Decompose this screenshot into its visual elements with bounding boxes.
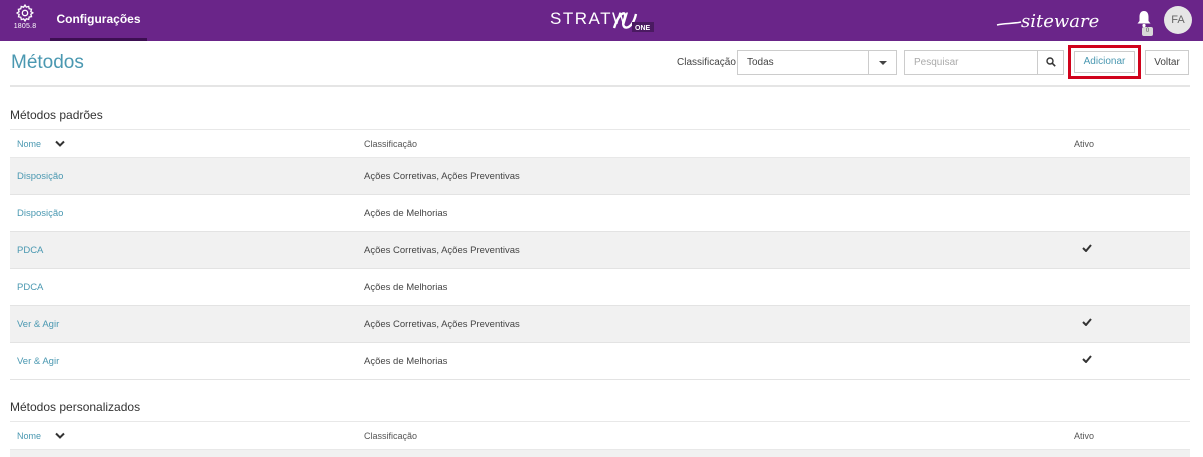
caret-down-icon	[879, 61, 887, 65]
version-label: 1805.8	[13, 23, 37, 30]
tab-configuracoes[interactable]: Configurações	[50, 0, 147, 41]
method-name-link[interactable]: PDCA	[17, 282, 43, 293]
checkmark-icon	[1082, 318, 1092, 326]
notification-badge: 0	[1142, 27, 1153, 36]
method-name-link[interactable]: Ver & Agir	[17, 319, 59, 330]
active-check	[1082, 244, 1092, 252]
avatar[interactable]: FA	[1164, 6, 1192, 34]
gear-icon	[15, 3, 35, 23]
table-row[interactable]: Ver & Agir Ações de Melhorias	[10, 343, 1190, 380]
table-row[interactable]: PDCA Ações de Melhorias	[10, 269, 1190, 306]
header-divider	[10, 85, 1190, 87]
method-name-link[interactable]: Disposição	[17, 208, 63, 219]
table-header: Nome Classificação Ativo	[10, 129, 1190, 158]
column-header-classification: Classificação	[364, 431, 418, 441]
checkmark-icon	[1082, 355, 1092, 363]
active-check	[1082, 318, 1092, 326]
table-row[interactable]: Ver & Agir Ações Corretivas, Ações Preve…	[10, 306, 1190, 343]
tab-label: Configurações	[56, 12, 141, 26]
page-title: Métodos	[11, 52, 84, 73]
method-name-link[interactable]: Disposição	[17, 171, 63, 182]
active-check	[1082, 355, 1092, 363]
checkmark-icon	[1082, 244, 1092, 252]
classification-select-value: Todas	[747, 57, 774, 68]
method-classification: Ações de Melhorias	[364, 208, 448, 219]
search-input[interactable]: Pesquisar	[914, 57, 958, 68]
back-button[interactable]: Voltar	[1145, 50, 1189, 75]
select-toggle[interactable]	[868, 51, 896, 74]
table-row	[10, 450, 1190, 457]
column-header-classification: Classificação	[364, 139, 418, 149]
logo-badge: ONE	[635, 25, 651, 32]
section-title-custom-methods: Métodos personalizados	[10, 400, 141, 414]
chevron-down-icon	[55, 432, 65, 439]
search-button[interactable]	[1037, 51, 1063, 74]
add-button[interactable]: Adicionar	[1074, 51, 1135, 73]
table-row[interactable]: PDCA Ações Corretivas, Ações Preventivas	[10, 232, 1190, 269]
top-navigation-bar: 1805.8 Configurações STRATW ONE siteware…	[0, 0, 1203, 41]
table-row[interactable]: Disposição Ações Corretivas, Ações Preve…	[10, 158, 1190, 195]
stratws-one-logo: STRATW ONE	[550, 9, 654, 32]
column-header-name[interactable]: Nome	[17, 139, 65, 149]
method-classification: Ações Corretivas, Ações Preventivas	[364, 319, 520, 330]
column-header-active: Ativo	[1074, 139, 1095, 149]
bell-icon[interactable]	[1136, 10, 1152, 28]
search-field[interactable]: Pesquisar	[904, 50, 1064, 75]
method-classification: Ações Corretivas, Ações Preventivas	[364, 171, 520, 182]
search-icon	[1046, 57, 1056, 67]
table-header: Nome Classificação Ativo	[10, 421, 1190, 450]
method-classification: Ações Corretivas, Ações Preventivas	[364, 245, 520, 256]
settings-button[interactable]: 1805.8	[8, 3, 42, 39]
method-classification: Ações de Melhorias	[364, 282, 448, 293]
custom-methods-table: Nome Classificação Ativo	[10, 421, 1190, 457]
method-name-link[interactable]: Ver & Agir	[17, 356, 59, 367]
siteware-logo: siteware	[996, 11, 1099, 32]
section-title-default-methods: Métodos padrões	[10, 108, 103, 122]
default-methods-table: Nome Classificação Ativo Disposição Açõe…	[10, 129, 1190, 380]
chevron-down-icon	[55, 140, 65, 147]
active-tab-indicator	[50, 38, 147, 41]
classification-filter-label: Classificação	[677, 57, 736, 68]
method-classification: Ações de Melhorias	[364, 356, 448, 367]
siteware-logo-text: siteware	[1021, 11, 1099, 32]
column-header-active: Ativo	[1074, 431, 1095, 441]
column-header-name[interactable]: Nome	[17, 431, 65, 441]
method-name-link[interactable]: PDCA	[17, 245, 43, 256]
classification-select[interactable]: Todas	[737, 50, 897, 75]
table-row[interactable]: Disposição Ações de Melhorias	[10, 195, 1190, 232]
